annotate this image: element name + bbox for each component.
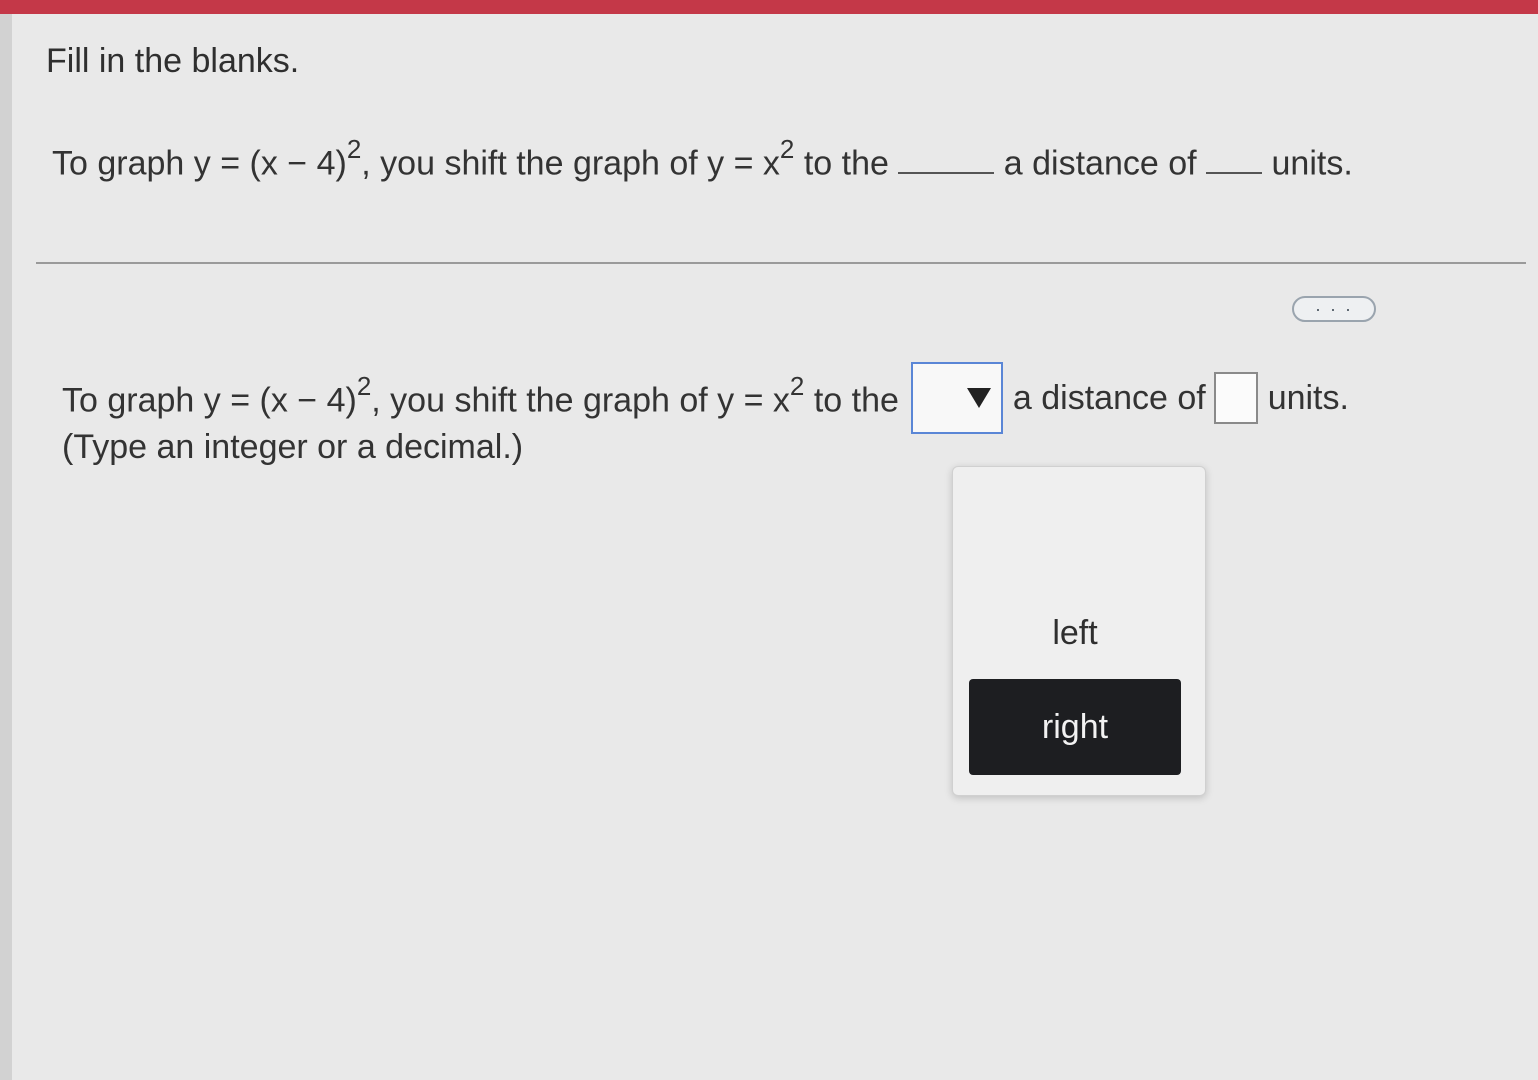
statement-distance-label: a distance of bbox=[1003, 144, 1207, 183]
answer-to-the: to the bbox=[804, 381, 899, 420]
direction-dropdown[interactable] bbox=[910, 362, 1003, 434]
statement-prefix: To graph y = (x − 4) bbox=[52, 144, 347, 183]
triangle-down-icon bbox=[966, 388, 991, 408]
answer-prefix: To graph y = (x − 4)2, you shift the gra… bbox=[62, 371, 899, 420]
statement-to-the: to the bbox=[794, 144, 899, 183]
left-scroll-strip bbox=[0, 14, 12, 1080]
more-options-button[interactable]: · · · bbox=[1292, 296, 1376, 322]
instruction-text: Fill in the blanks. bbox=[46, 42, 300, 80]
answer-middle: , you shift the graph of y = x bbox=[371, 381, 790, 420]
statement-exponent-1: 2 bbox=[346, 134, 362, 164]
answer-distance-label: a distance of bbox=[1012, 378, 1206, 417]
direction-blank bbox=[898, 142, 995, 175]
statement-middle: , you shift the graph of y = x bbox=[361, 144, 780, 183]
statement-exponent-2: 2 bbox=[779, 134, 795, 164]
question-statement: To graph y = (x − 4)2, you shift the gra… bbox=[52, 134, 1353, 183]
answer-hint: (Type an integer or a decimal.) bbox=[62, 428, 524, 466]
answer-statement: To graph y = (x − 4)2, you shift the gra… bbox=[62, 362, 1349, 434]
distance-blank bbox=[1206, 142, 1263, 175]
answer-prefix-text: To graph y = (x − 4) bbox=[62, 381, 357, 420]
answer-exponent-2: 2 bbox=[789, 371, 805, 402]
direction-options-menu: left right bbox=[952, 466, 1206, 796]
menu-option-right[interactable]: right bbox=[969, 679, 1181, 775]
distance-input[interactable] bbox=[1213, 372, 1258, 424]
statement-units-label: units. bbox=[1271, 144, 1353, 183]
answer-units-label: units. bbox=[1267, 378, 1349, 417]
section-divider bbox=[36, 262, 1526, 264]
menu-option-left[interactable]: left bbox=[969, 585, 1181, 681]
answer-exponent-1: 2 bbox=[356, 371, 372, 402]
